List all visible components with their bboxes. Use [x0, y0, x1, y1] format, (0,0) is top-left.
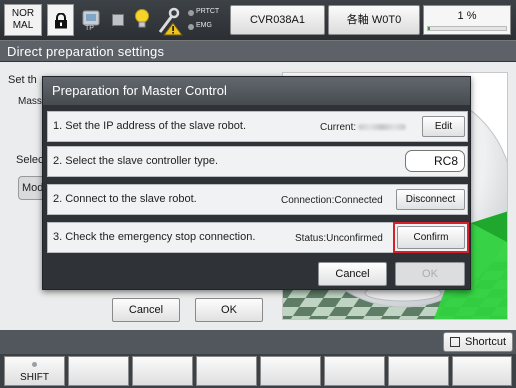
- emg-label: EMG: [196, 22, 212, 29]
- step-emergency-stop: 3. Check the emergency stop connection. …: [47, 222, 469, 253]
- shift-indicator: [32, 362, 37, 367]
- function-key-7[interactable]: [452, 356, 512, 386]
- edit-button[interactable]: Edit: [422, 116, 465, 137]
- status-bar: NOR MAL TP PRTCT EMG CVR038A1 各軸 W0T0 1 …: [0, 0, 516, 40]
- wrench-warning-icon: [158, 7, 183, 36]
- shortcut-button[interactable]: Shortcut: [443, 332, 513, 352]
- connection-status: Connection:Connected: [281, 195, 383, 206]
- screen: NOR MAL TP PRTCT EMG CVR038A1 各軸 W0T0 1 …: [0, 0, 516, 388]
- step-connect-slave-text: 2. Connect to the slave robot.: [53, 193, 197, 205]
- current-ip-label: Current:: [320, 122, 407, 133]
- background-ok-button[interactable]: OK: [195, 298, 263, 322]
- controller-type-select[interactable]: RC8: [405, 150, 465, 172]
- speed-indicator[interactable]: 1 %: [423, 5, 511, 35]
- shift-key[interactable]: SHIFT: [4, 356, 65, 386]
- stop-square-icon: [112, 14, 124, 26]
- background-cancel-button[interactable]: Cancel: [112, 298, 180, 322]
- dialog-title: Preparation for Master Control: [43, 77, 470, 105]
- function-key-bar: SHIFT: [0, 354, 516, 388]
- speed-text: 1 %: [457, 10, 477, 22]
- teach-pendant-icon: TP: [80, 10, 102, 34]
- lock-button[interactable]: [47, 4, 74, 36]
- function-key-2[interactable]: [132, 356, 193, 386]
- function-key-5[interactable]: [324, 356, 385, 386]
- emergency-stop-status: Status:Unconfirmed: [295, 233, 383, 244]
- step-controller-type-text: 2. Select the slave controller type.: [53, 155, 219, 167]
- speed-bar: [427, 26, 507, 31]
- mode-line-2: MAL: [12, 20, 34, 31]
- shortcut-icon: [450, 337, 460, 347]
- shift-label: SHIFT: [20, 372, 49, 383]
- bulb-icon: [135, 9, 149, 28]
- lock-icon: [55, 13, 67, 29]
- page-title: Direct preparation settings: [0, 40, 516, 62]
- step-set-ip: 1. Set the IP address of the slave robot…: [47, 111, 468, 142]
- emg-led: [188, 24, 194, 30]
- step-set-ip-text: 1. Set the IP address of the slave robot…: [53, 120, 247, 132]
- function-key-6[interactable]: [388, 356, 449, 386]
- master-control-dialog: Preparation for Master Control 1. Set th…: [42, 76, 471, 290]
- background-text-mass: Mass: [18, 96, 42, 107]
- tp-label: TP: [85, 25, 94, 32]
- prtct-led: [188, 10, 194, 16]
- dialog-ok-button[interactable]: OK: [395, 262, 465, 286]
- step-emergency-stop-text: 3. Check the emergency stop connection.: [53, 231, 256, 243]
- function-key-3[interactable]: [196, 356, 257, 386]
- confirm-button[interactable]: Confirm: [397, 226, 465, 249]
- function-key-1[interactable]: [68, 356, 129, 386]
- dialog-cancel-button[interactable]: Cancel: [318, 262, 387, 286]
- function-key-4[interactable]: [260, 356, 321, 386]
- speed-bar-fill: [428, 27, 430, 30]
- background-text-select: Selec: [16, 154, 44, 166]
- robot-name-button[interactable]: CVR038A1: [230, 5, 325, 35]
- prtct-label: PRTCT: [196, 8, 220, 15]
- shortcut-label: Shortcut: [465, 336, 506, 348]
- disconnect-button[interactable]: Disconnect: [396, 189, 465, 210]
- step-connect-slave: 2. Connect to the slave robot. Connectio…: [47, 184, 468, 215]
- coordinate-mode-button[interactable]: 各軸 W0T0: [328, 5, 420, 35]
- background-text-set: Set th: [8, 74, 37, 86]
- step-controller-type: 2. Select the slave controller type. RC8: [47, 146, 468, 177]
- mode-indicator[interactable]: NOR MAL: [4, 4, 42, 36]
- blurred-ip-value: [358, 124, 407, 131]
- mode-line-1: NOR: [11, 8, 35, 19]
